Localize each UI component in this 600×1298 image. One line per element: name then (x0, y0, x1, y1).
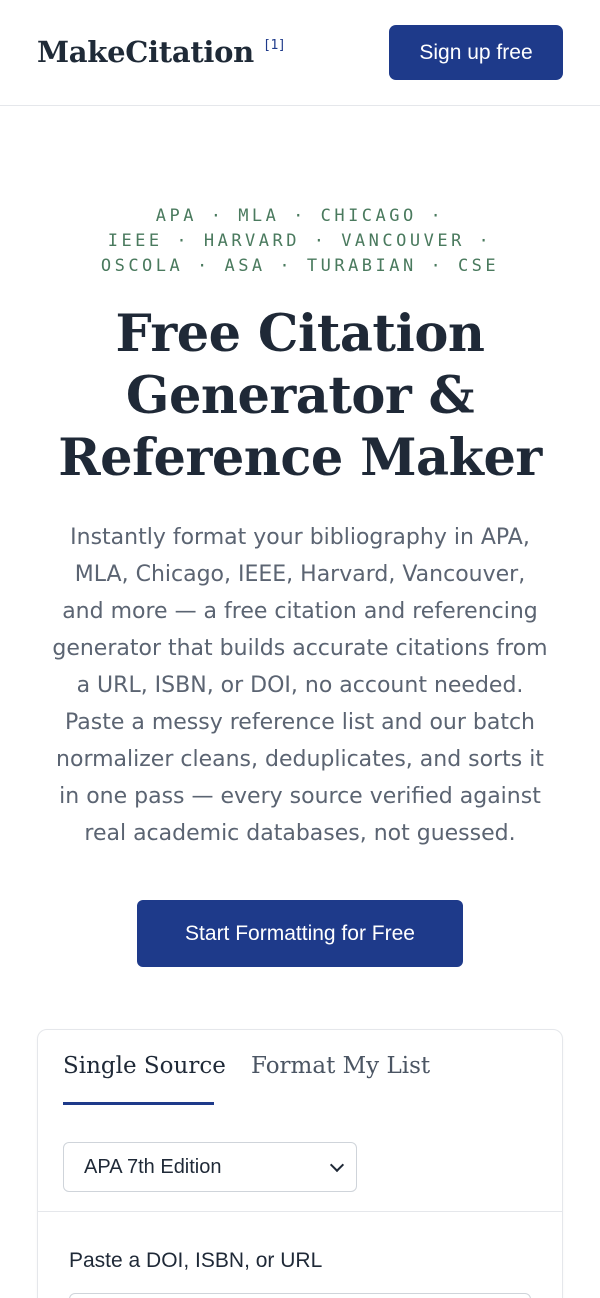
citation-tool-card: Single Source Format My List APA 7th Edi… (37, 1029, 563, 1298)
description-line: and more — a free citation and referenci… (62, 599, 538, 624)
signup-button[interactable]: Sign up free (389, 25, 563, 80)
title-line: Reference Maker (58, 428, 542, 488)
page-title: Free Citation Generator & Reference Make… (0, 303, 600, 489)
citation-style-list: APA · MLA · CHICAGO · IEEE · HARVARD · V… (0, 204, 600, 279)
start-formatting-button[interactable]: Start Formatting for Free (137, 900, 463, 967)
source-input[interactable] (69, 1293, 531, 1298)
citation-style-select[interactable]: APA 7th Edition (63, 1142, 357, 1192)
description-line: in one pass — every source verified agai… (59, 784, 541, 809)
style-list-row: IEEE · HARVARD · VANCOUVER · (107, 231, 493, 251)
tab-format-my-list[interactable]: Format My List (251, 1050, 430, 1106)
style-list-row: OSCOLA · ASA · TURABIAN · CSE (100, 256, 500, 276)
tab-single-source[interactable]: Single Source (63, 1050, 226, 1106)
description-line: MLA, Chicago, IEEE, Harvard, Vancouver, (74, 562, 526, 587)
source-input-label: Paste a DOI, ISBN, or URL (69, 1249, 323, 1272)
description-line: real academic databases, not guessed. (84, 821, 516, 846)
logo-superscript: [1] (262, 38, 286, 53)
site-header: MakeCitation [1] Sign up free (0, 0, 600, 106)
title-line: Free Citation (115, 304, 485, 364)
chevron-down-icon (329, 1157, 345, 1173)
description-line: a URL, ISBN, or DOI, no account needed. (76, 673, 524, 698)
description-line: Instantly format your bibliography in AP… (70, 525, 530, 550)
description-line: Paste a messy reference list and our bat… (64, 710, 536, 735)
site-logo[interactable]: MakeCitation [1] (37, 34, 286, 70)
style-list-row: APA · MLA · CHICAGO · (155, 206, 445, 226)
hero-description: Instantly format your bibliography in AP… (0, 519, 600, 852)
active-tab-indicator (63, 1102, 214, 1105)
logo-text: MakeCitation (37, 35, 254, 69)
selected-style: APA 7th Edition (84, 1155, 222, 1178)
title-line: Generator & (125, 366, 475, 426)
description-line: generator that builds accurate citations… (52, 636, 548, 661)
description-line: normalizer cleans, deduplicates, and sor… (56, 747, 544, 772)
divider (38, 1211, 562, 1212)
